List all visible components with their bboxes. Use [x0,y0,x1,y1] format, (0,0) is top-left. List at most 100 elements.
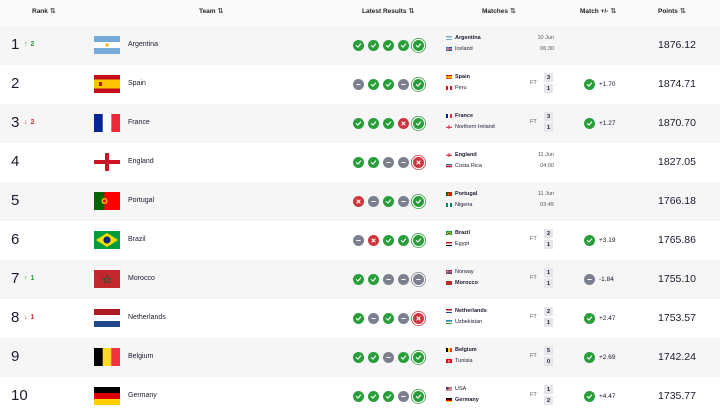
match-team[interactable]: Belgium [446,347,477,353]
table-row[interactable]: 7 ↑ 1 Morocco Norway Morocco FT 1 1 -1.84 1755.10 [0,260,720,299]
win-icon[interactable] [368,157,379,168]
win-icon[interactable] [383,391,394,402]
match-team[interactable]: Egypt [446,241,469,247]
win-icon[interactable] [368,40,379,51]
draw-icon[interactable] [383,274,394,285]
column-header-rank[interactable]: Rank ⇅ [32,7,56,16]
win-icon[interactable] [383,313,394,324]
match-team[interactable]: Netherlands [446,308,487,314]
loss-icon[interactable] [398,118,409,129]
match-team[interactable]: Norway [446,269,474,275]
win-icon[interactable] [368,118,379,129]
column-header-match-change[interactable]: Match +/- ⇅ [580,7,616,16]
win-icon[interactable] [353,313,364,324]
table-row[interactable]: 6 Brazil Brazil Egypt FT 2 1 +3.19 1765.86 [0,221,720,260]
draw-icon[interactable] [353,235,364,246]
match-team[interactable]: Germany [446,397,479,403]
column-header-latest-results[interactable]: Latest Results ⇅ [362,7,414,16]
win-icon[interactable] [398,40,409,51]
match-team[interactable]: Nigeria [446,202,472,208]
column-header-matches[interactable]: Matches ⇅ [482,7,516,16]
draw-icon[interactable] [413,274,424,285]
column-header-points[interactable]: Points ⇅ [658,7,686,16]
match-team[interactable]: England [446,152,477,158]
table-row[interactable]: 10 Germany USA Germany FT 1 2 +4.47 1735.77 [0,377,720,416]
match-team[interactable]: Tunisia [446,358,473,364]
table-row[interactable]: 8 ↓ 1 Netherlands Netherlands Uzbekistan FT 2 1 +… [0,299,720,338]
team-name[interactable]: England [128,158,154,165]
win-icon[interactable] [353,391,364,402]
draw-icon[interactable] [398,157,409,168]
win-icon[interactable] [413,118,424,129]
draw-icon[interactable] [398,391,409,402]
win-icon[interactable] [353,274,364,285]
table-row[interactable]: 4 England England Costa Rica 11 Jun 04:00 1827… [0,143,720,182]
loss-icon[interactable] [413,157,424,168]
match-team[interactable]: Morocco [446,280,478,286]
table-row[interactable]: 2 Spain Spain Peru FT 3 1 +1.70 1874.71 [0,65,720,104]
team-name[interactable]: Brazil [128,236,146,243]
team-name[interactable]: Belgium [128,353,153,360]
win-icon[interactable] [353,118,364,129]
match-team-name: Costa Rica [455,163,482,169]
match-team[interactable]: Northern Ireland [446,124,495,130]
team-name[interactable]: Germany [128,392,157,399]
win-icon[interactable] [413,235,424,246]
draw-icon[interactable] [398,196,409,207]
win-icon[interactable] [398,352,409,363]
team-name[interactable]: Portugal [128,197,154,204]
match-team[interactable]: France [446,113,473,119]
win-icon[interactable] [413,391,424,402]
team-name[interactable]: Netherlands [128,314,166,321]
win-icon[interactable] [383,40,394,51]
rank-number: 4 [11,153,20,170]
table-row[interactable]: 1 ↑ 2 Argentina Argentina Iceland 10 Jun 06:30 1… [0,26,720,65]
table-row[interactable]: 9 Belgium Belgium Tunisia FT 5 0 +2.69 1742.24 [0,338,720,377]
win-icon[interactable] [368,391,379,402]
flag-egypt-icon [446,241,452,247]
draw-icon[interactable] [398,79,409,90]
team-name[interactable]: Morocco [128,275,155,282]
win-icon[interactable] [413,352,424,363]
table-row[interactable]: 5 Portugal Portugal Nigeria 11 Jun 03:45 1766.… [0,182,720,221]
win-icon[interactable] [413,79,424,90]
win-icon[interactable] [398,235,409,246]
match-team[interactable]: Brazil [446,230,470,236]
win-icon[interactable] [383,79,394,90]
column-header-team[interactable]: Team ⇅ [199,7,223,16]
draw-icon[interactable] [383,352,394,363]
draw-icon[interactable] [383,157,394,168]
team-name[interactable]: Spain [128,80,146,87]
team-name[interactable]: Argentina [128,41,158,48]
win-icon[interactable] [383,118,394,129]
win-icon[interactable] [368,79,379,90]
win-icon[interactable] [413,196,424,207]
match-team[interactable]: Argentina [446,35,481,41]
win-icon[interactable] [353,40,364,51]
draw-icon[interactable] [368,313,379,324]
match-team[interactable]: Portugal [446,191,477,197]
win-icon[interactable] [413,40,424,51]
table-row[interactable]: 3 ↓ 2 France France Northern Ireland FT 3 1 +1.27… [0,104,720,143]
draw-icon[interactable] [353,79,364,90]
loss-icon[interactable] [413,313,424,324]
match-team[interactable]: Iceland [446,46,473,52]
match-team[interactable]: USA [446,386,466,392]
win-icon[interactable] [383,235,394,246]
win-icon[interactable] [368,352,379,363]
loss-icon[interactable] [353,196,364,207]
draw-icon[interactable] [368,196,379,207]
win-icon[interactable] [353,352,364,363]
match-team[interactable]: Uzbekistan [446,319,482,325]
draw-icon[interactable] [398,313,409,324]
team-name[interactable]: France [128,119,150,126]
match-team[interactable]: Spain [446,74,470,80]
match-score: 1 [544,279,553,288]
win-icon[interactable] [383,196,394,207]
match-team[interactable]: Costa Rica [446,163,482,169]
loss-icon[interactable] [368,235,379,246]
match-team[interactable]: Peru [446,85,467,91]
win-icon[interactable] [368,274,379,285]
win-icon[interactable] [353,157,364,168]
draw-icon[interactable] [398,274,409,285]
